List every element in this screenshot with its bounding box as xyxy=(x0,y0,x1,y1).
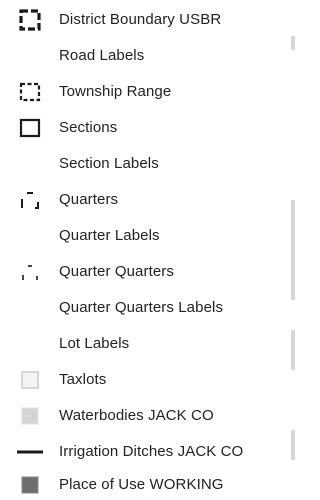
panel-edge xyxy=(291,200,295,300)
legend-label: Quarters xyxy=(59,191,119,208)
legend-label: Place of Use WORKING xyxy=(59,476,224,493)
legend-label: Township Range xyxy=(59,83,172,100)
legend-label: Lot Labels xyxy=(59,335,130,352)
map-legend: District Boundary USBR Road Labels Towns… xyxy=(0,0,295,500)
solid-box-icon xyxy=(16,114,44,142)
legend-label: Taxlots xyxy=(59,371,107,388)
legend-label: Quarter Quarters xyxy=(59,263,174,280)
legend-label: Irrigation Ditches JACK CO xyxy=(59,443,244,460)
legend-item-quarter-quarters-labels[interactable]: Quarter Quarters Labels xyxy=(0,290,295,326)
legend-label: Sections xyxy=(59,119,118,136)
legend-item-taxlots[interactable]: Taxlots xyxy=(0,362,295,398)
legend-item-sections[interactable]: Sections xyxy=(0,110,295,146)
bracket-corners-icon xyxy=(16,186,44,214)
legend-label: Waterbodies JACK CO xyxy=(59,407,214,424)
legend-item-road-labels[interactable]: Road Labels xyxy=(0,38,295,74)
panel-edge xyxy=(291,430,295,460)
legend-item-irrigation-ditches[interactable]: Irrigation Ditches JACK CO xyxy=(0,434,295,470)
legend-item-township-range[interactable]: Township Range xyxy=(0,74,295,110)
dashed-box-heavy-icon xyxy=(16,6,44,34)
dark-fill-icon xyxy=(16,471,44,499)
legend-item-waterbodies[interactable]: Waterbodies JACK CO xyxy=(0,398,295,434)
legend-label: District Boundary USBR xyxy=(59,11,222,28)
light-fill-icon xyxy=(16,402,44,430)
legend-item-lot-labels[interactable]: Lot Labels xyxy=(0,326,295,362)
panel-edge xyxy=(291,36,295,50)
legend-label: Quarter Quarters Labels xyxy=(59,299,224,316)
small-corners-icon xyxy=(16,258,44,286)
light-box-icon xyxy=(16,366,44,394)
legend-item-section-labels[interactable]: Section Labels xyxy=(0,146,295,182)
legend-item-quarter-quarters[interactable]: Quarter Quarters xyxy=(0,254,295,290)
line-icon xyxy=(16,438,44,466)
legend-label: Road Labels xyxy=(59,47,145,64)
legend-label: Section Labels xyxy=(59,155,159,172)
panel-edge xyxy=(291,330,295,370)
legend-item-quarter-labels[interactable]: Quarter Labels xyxy=(0,218,295,254)
dashed-box-icon xyxy=(16,78,44,106)
legend-item-quarters[interactable]: Quarters xyxy=(0,182,295,218)
legend-label: Quarter Labels xyxy=(59,227,160,244)
legend-item-place-of-use[interactable]: Place of Use WORKING xyxy=(0,467,295,500)
legend-item-district-boundary[interactable]: District Boundary USBR xyxy=(0,2,295,38)
